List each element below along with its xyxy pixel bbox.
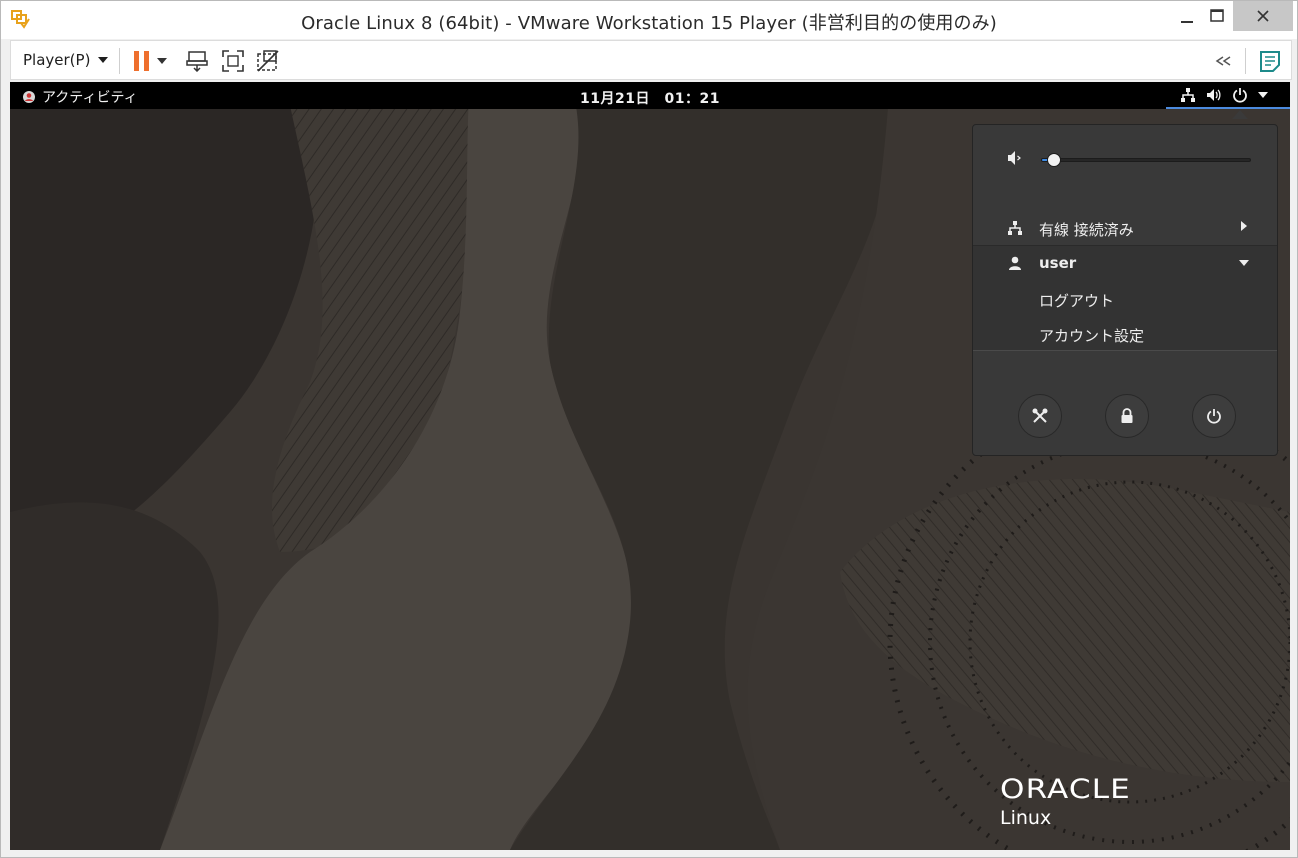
double-chevron-left-icon bbox=[1215, 56, 1231, 66]
maximize-icon bbox=[1210, 9, 1224, 22]
volume-slider[interactable] bbox=[1041, 153, 1251, 167]
minimize-icon bbox=[1181, 21, 1193, 23]
guest-display[interactable]: アクティビティ 11月21日 01：21 有線 接続済み user ログアウト … bbox=[10, 82, 1290, 850]
network-send-icon bbox=[186, 51, 208, 72]
user-menu-item[interactable]: user bbox=[973, 246, 1277, 280]
suspend-button[interactable] bbox=[129, 48, 155, 74]
oracle-linux-logo: ORACLE Linux bbox=[1000, 774, 1130, 829]
power-off-button[interactable] bbox=[1192, 394, 1236, 438]
player-menu-label: Player(P) bbox=[23, 51, 91, 69]
close-icon bbox=[1257, 10, 1269, 22]
collapse-toolbar-button[interactable] bbox=[1211, 48, 1237, 74]
volume-row bbox=[973, 147, 1277, 171]
close-button[interactable] bbox=[1233, 1, 1293, 31]
gnome-top-bar: アクティビティ 11月21日 01：21 bbox=[10, 82, 1290, 109]
vmware-player-window: Oracle Linux 8 (64bit) - VMware Workstat… bbox=[0, 0, 1298, 858]
toolbar-separator bbox=[1245, 48, 1246, 74]
network-status-label: 有線 接続済み bbox=[1039, 221, 1134, 239]
user-name-label: user bbox=[1039, 254, 1077, 272]
tools-icon bbox=[1032, 408, 1048, 423]
power-options-dropdown[interactable] bbox=[155, 48, 169, 74]
volume-slider-handle[interactable] bbox=[1047, 153, 1062, 167]
volume-low-icon bbox=[1008, 151, 1021, 165]
chevron-down-icon bbox=[1258, 91, 1268, 98]
unity-mode-button[interactable] bbox=[255, 48, 281, 74]
account-settings-menu-item[interactable]: アカウント設定 bbox=[973, 317, 1277, 351]
pause-icon bbox=[134, 51, 149, 71]
note-icon bbox=[1260, 51, 1280, 72]
chevron-down-icon bbox=[157, 58, 167, 64]
network-menu-item[interactable]: 有線 接続済み bbox=[973, 211, 1277, 245]
fullscreen-button[interactable] bbox=[220, 48, 246, 74]
logout-menu-item[interactable]: ログアウト bbox=[973, 282, 1277, 316]
player-toolbar: Player(P) bbox=[10, 40, 1292, 80]
volume-icon bbox=[1207, 88, 1221, 101]
fullscreen-icon bbox=[222, 50, 244, 72]
network-icon bbox=[1008, 221, 1022, 235]
chevron-right-icon bbox=[1241, 221, 1247, 231]
chevron-down-icon bbox=[1239, 260, 1249, 266]
power-icon bbox=[1207, 409, 1221, 424]
oracle-brand-text: ORACLE bbox=[1000, 774, 1131, 805]
user-icon bbox=[1009, 256, 1021, 270]
oracle-product-text: Linux bbox=[1000, 807, 1052, 829]
system-tray[interactable] bbox=[1166, 82, 1290, 109]
player-menu-button[interactable]: Player(P) bbox=[23, 51, 109, 69]
system-menu: 有線 接続済み user ログアウト アカウント設定 bbox=[972, 124, 1278, 456]
toolbar-separator bbox=[119, 48, 120, 74]
message-log-button[interactable] bbox=[1257, 48, 1283, 74]
clock[interactable]: 11月21日 01：21 bbox=[10, 88, 1290, 108]
lock-icon bbox=[1121, 408, 1133, 423]
power-icon bbox=[1233, 87, 1247, 103]
title-bar: Oracle Linux 8 (64bit) - VMware Workstat… bbox=[1, 1, 1297, 39]
menu-pointer bbox=[1232, 110, 1248, 119]
lock-button[interactable] bbox=[1105, 394, 1149, 438]
network-icon bbox=[1181, 87, 1195, 102]
unity-icon bbox=[257, 50, 279, 72]
maximize-button[interactable] bbox=[1197, 1, 1237, 31]
window-title: Oracle Linux 8 (64bit) - VMware Workstat… bbox=[301, 13, 997, 34]
settings-button[interactable] bbox=[1018, 394, 1062, 438]
logout-label: ログアウト bbox=[1039, 292, 1115, 310]
user-section: user ログアウト アカウント設定 bbox=[973, 245, 1277, 351]
chevron-down-icon bbox=[98, 57, 109, 63]
account-settings-label: アカウント設定 bbox=[1039, 327, 1145, 345]
send-ctrl-alt-del-button[interactable] bbox=[184, 48, 210, 74]
